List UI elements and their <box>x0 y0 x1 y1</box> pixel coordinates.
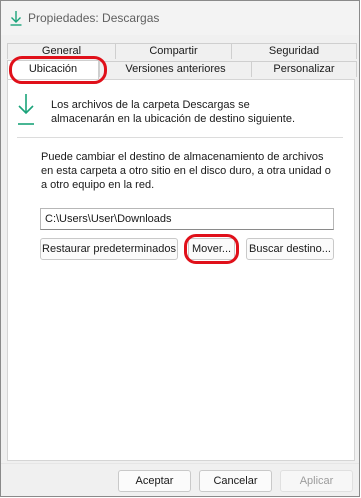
move-button[interactable]: Mover... <box>188 238 235 260</box>
tab-general[interactable]: General <box>7 43 115 59</box>
find-target-button[interactable]: Buscar destino... <box>246 238 334 260</box>
tab-strip: General Compartir Seguridad Ubicación Ve… <box>7 43 357 79</box>
tab-seguridad[interactable]: Seguridad <box>231 43 357 59</box>
location-info-text: Los archivos de la carpeta Descargas se … <box>51 99 295 125</box>
restore-defaults-button[interactable]: Restaurar predeterminados <box>40 238 178 260</box>
location-path-input[interactable] <box>40 208 334 230</box>
tab-label: Versiones anteriores <box>125 63 226 75</box>
footer-divider <box>1 463 359 464</box>
window-title: Propiedades: Descargas <box>28 11 160 25</box>
tab-ubicacion[interactable]: Ubicación <box>7 60 99 79</box>
properties-window: Propiedades: Descargas General Compartir… <box>0 0 360 497</box>
tab-label: General <box>41 45 82 57</box>
download-arrow-icon <box>18 94 34 125</box>
apply-button[interactable]: Aplicar <box>280 470 353 492</box>
tab-compartir[interactable]: Compartir <box>115 43 231 59</box>
title-bar[interactable]: Propiedades: Descargas <box>1 1 359 35</box>
tab-versiones-anteriores[interactable]: Versiones anteriores <box>99 61 251 77</box>
location-description: Puede cambiar el destino de almacenamien… <box>41 151 331 191</box>
tab-label: Ubicación <box>28 63 78 75</box>
cancel-button[interactable]: Cancelar <box>199 470 272 492</box>
divider <box>17 137 343 138</box>
tab-label: Seguridad <box>268 45 320 57</box>
download-arrow-icon <box>10 11 22 26</box>
tab-label: Compartir <box>149 45 198 57</box>
tab-label: Personalizar <box>273 63 335 75</box>
tab-personalizar[interactable]: Personalizar <box>251 61 357 77</box>
ok-button[interactable]: Aceptar <box>118 470 191 492</box>
